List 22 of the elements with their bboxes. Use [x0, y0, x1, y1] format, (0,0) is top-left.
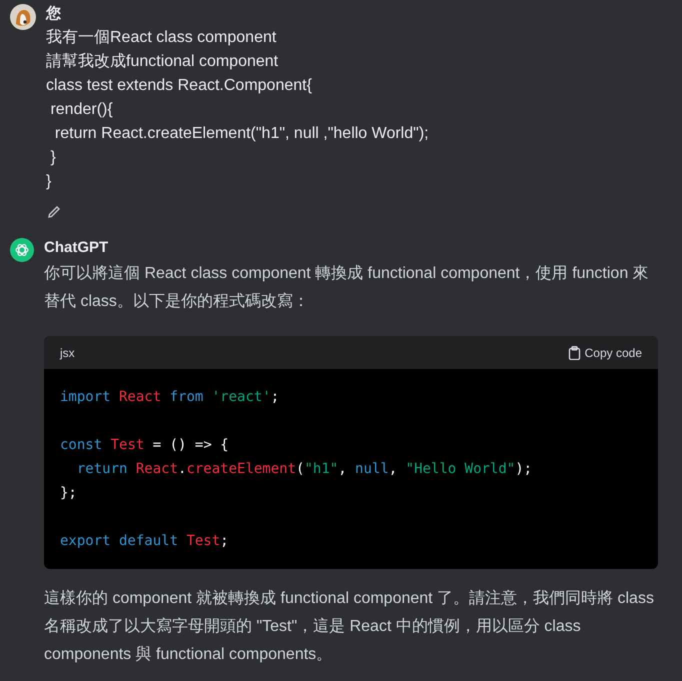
message-text: 這樣你的 component 就被轉換成 functional component 了。請注意，我們同時將 class 名稱改成了以大寫字母開頭的 "Test"，這是 React 中的慣例，用以區分 class components 與 functional components。 [44, 588, 655, 665]
message-line: } [49, 148, 56, 168]
code-line: return React.createElement("h1", null, "Hello World"); [76, 461, 532, 477]
message-line: 請幫我改成functional component [46, 52, 278, 72]
logo-icon [10, 238, 34, 262]
message-line: return React.createElement("h1", null ,"hello World"); [54, 124, 429, 144]
message-line: class test extends React.Component{ [46, 76, 312, 96]
pencil-icon[interactable] [46, 204, 62, 220]
code-line: import React from 'react'; [60, 389, 280, 405]
code-language: jsx [60, 344, 75, 360]
copy-code-button[interactable]: Copy code [568, 344, 642, 360]
clipboard-icon [568, 346, 581, 360]
code-line: const Test = () => { [60, 437, 229, 453]
avatar-icon [10, 4, 36, 30]
code-line: export default Test; [60, 533, 229, 549]
author-name: ChatGPT [44, 238, 110, 258]
code-line: }; [60, 485, 77, 501]
message-line: } [46, 172, 52, 192]
author-name: 您 [46, 4, 62, 24]
message-line: 我有一個React class component [46, 28, 276, 48]
message-line: render(){ [49, 100, 113, 120]
message-text: 你可以將這個 React class component 轉換成 functional component，使用 function 來替代 class。以下是你的程式碼改寫： [44, 264, 650, 312]
